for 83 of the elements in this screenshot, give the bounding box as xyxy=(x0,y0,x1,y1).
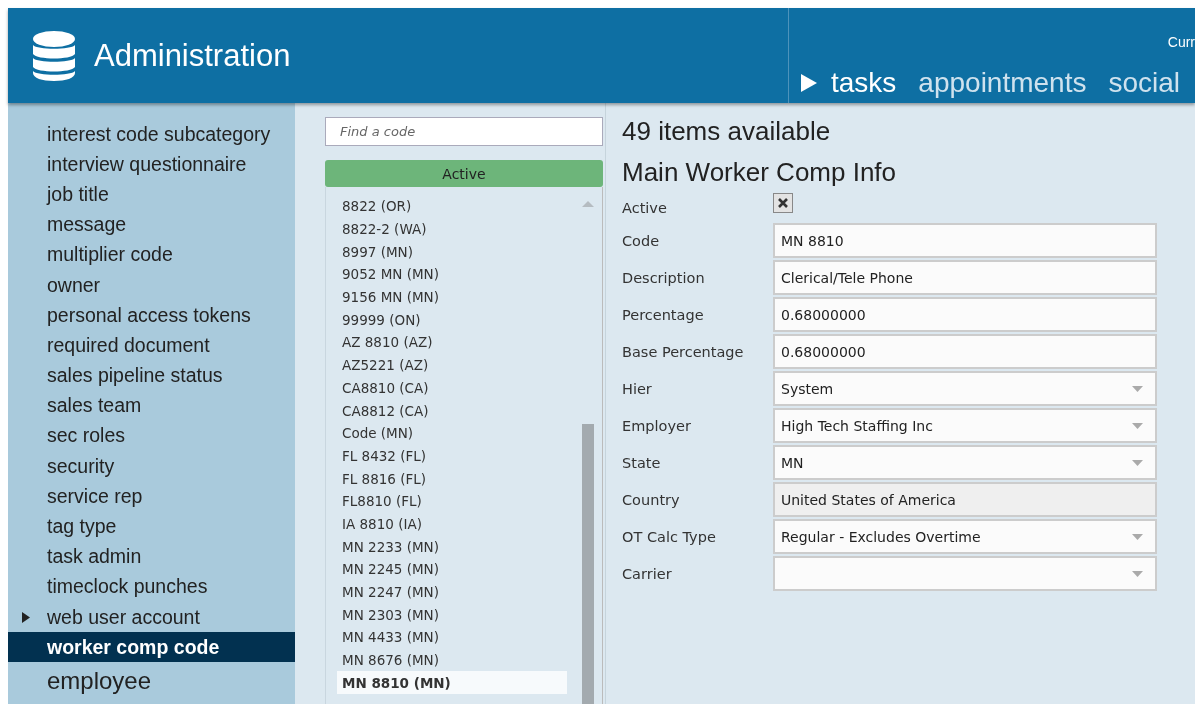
sidebar-item[interactable]: timeclock punches xyxy=(8,571,295,602)
nav-tab[interactable]: social xyxy=(1108,67,1181,99)
list-item[interactable]: MN 8810 (MN) xyxy=(337,671,567,695)
field-label: OT Calc Type xyxy=(622,528,717,545)
field-label: Active xyxy=(622,199,668,216)
scroll-up-icon[interactable] xyxy=(582,201,594,207)
list-item[interactable]: CA8812 (CA) xyxy=(337,399,567,422)
dropdown-field[interactable]: MN xyxy=(773,445,1157,480)
field-label: Hier xyxy=(622,380,653,397)
field-label: Employer xyxy=(622,417,692,434)
sidebar-item[interactable]: message xyxy=(8,209,295,240)
sidebar-item[interactable]: sales team xyxy=(8,390,295,421)
dropdown-arrow-icon xyxy=(1132,533,1143,540)
sidebar-item[interactable]: personal access tokens xyxy=(8,300,295,331)
list-item[interactable]: FL 8432 (FL) xyxy=(337,444,567,468)
field-label: Percentage xyxy=(622,306,705,323)
text-field[interactable]: Clerical/Tele Phone xyxy=(773,260,1157,295)
list-item[interactable]: MN 2233 (MN) xyxy=(337,535,567,558)
database-icon xyxy=(32,30,76,81)
list-item[interactable]: MN 2245 (MN) xyxy=(337,558,567,581)
section-heading: employee xyxy=(47,668,153,695)
text-field[interactable]: 0.68000000 xyxy=(773,334,1157,369)
dropdown-arrow-icon xyxy=(1132,459,1143,466)
field-label: State xyxy=(622,454,662,471)
list-item[interactable]: AZ5221 (AZ) xyxy=(337,353,567,377)
dropdown-field[interactable] xyxy=(773,556,1157,591)
x-mark-icon xyxy=(777,196,789,209)
dropdown-arrow-icon xyxy=(1132,570,1143,577)
list-item[interactable]: FL 8816 (FL) xyxy=(337,467,567,490)
nav-tab[interactable]: appointments xyxy=(918,67,1087,99)
readonly-field: United States of America xyxy=(773,482,1157,517)
sidebar-item[interactable]: task admin xyxy=(8,541,295,572)
list-item[interactable]: MN 4433 (MN) xyxy=(337,626,567,649)
page-title: Administration xyxy=(94,37,291,74)
field-label: Code xyxy=(622,232,661,249)
list-item[interactable]: MN 8676 (MN) xyxy=(337,648,567,672)
sidebar-item[interactable]: multiplier code xyxy=(8,239,295,270)
list-item[interactable]: 8822 (OR) xyxy=(337,195,567,218)
list-item[interactable]: Code (MN) xyxy=(337,421,567,445)
text-field[interactable]: 0.68000000 xyxy=(773,297,1157,332)
field-label: Country xyxy=(622,491,681,508)
sidebar-item[interactable]: web user account xyxy=(8,602,295,633)
dropdown-field[interactable]: System xyxy=(773,371,1157,406)
sidebar-item[interactable]: security xyxy=(8,451,295,482)
sidebar-item[interactable]: job title xyxy=(8,179,295,210)
field-label: Carrier xyxy=(622,565,673,582)
list-item[interactable]: IA 8810 (IA) xyxy=(337,512,567,536)
sidebar-item[interactable]: interview questionnaire xyxy=(8,149,295,180)
sidebar-item[interactable]: tag type xyxy=(8,511,295,542)
scrollbar-thumb[interactable] xyxy=(582,424,594,704)
field-label: Description xyxy=(622,269,706,286)
list-item[interactable]: AZ 8810 (AZ) xyxy=(337,331,567,354)
list-item[interactable]: FL8810 (FL) xyxy=(337,489,567,513)
dropdown-field[interactable]: Regular - Excludes Overtime xyxy=(773,519,1157,554)
sidebar-item[interactable]: service rep xyxy=(8,481,295,512)
header-text: Curr xyxy=(1167,34,1195,50)
dropdown-arrow-icon xyxy=(1132,385,1143,392)
list-item[interactable]: 9052 MN (MN) xyxy=(337,263,567,286)
nav-tab[interactable]: tasks xyxy=(801,67,897,99)
dropdown-arrow-icon xyxy=(1132,422,1143,429)
sidebar-item[interactable]: sales pipeline status xyxy=(8,360,295,391)
text-field[interactable]: MN 8810 xyxy=(773,223,1157,258)
list-item[interactable]: 8997 (MN) xyxy=(337,240,567,264)
list-item[interactable]: MN 2247 (MN) xyxy=(337,580,567,604)
sidebar-item[interactable]: owner xyxy=(8,269,295,301)
search-field[interactable]: Find a code xyxy=(325,117,603,146)
sidebar-item[interactable]: worker comp code xyxy=(8,632,295,663)
checkbox[interactable] xyxy=(773,192,793,213)
list-item[interactable]: CA8810 (CA) xyxy=(337,376,567,400)
list-item[interactable]: 9156 MN (MN) xyxy=(337,285,567,309)
field-label: Base Percentage xyxy=(622,343,745,360)
play-triangle-icon xyxy=(801,74,817,92)
item-count: 49 items available xyxy=(622,115,832,148)
list-item[interactable]: MN 2303 (MN) xyxy=(337,603,567,627)
sidebar-item[interactable]: sec roles xyxy=(8,420,295,452)
sidebar-item[interactable]: interest code subcategory xyxy=(8,119,295,150)
list-item[interactable]: 8822-2 (WA) xyxy=(337,217,567,241)
section-title: Main Worker Comp Info xyxy=(622,156,898,189)
expand-caret-icon xyxy=(22,612,30,623)
list-item[interactable]: 99999 (ON) xyxy=(337,308,567,332)
sidebar-item[interactable]: required document xyxy=(8,330,295,361)
filter-bar[interactable]: Active xyxy=(325,160,603,187)
dropdown-field[interactable]: High Tech Staffing Inc xyxy=(773,408,1157,443)
